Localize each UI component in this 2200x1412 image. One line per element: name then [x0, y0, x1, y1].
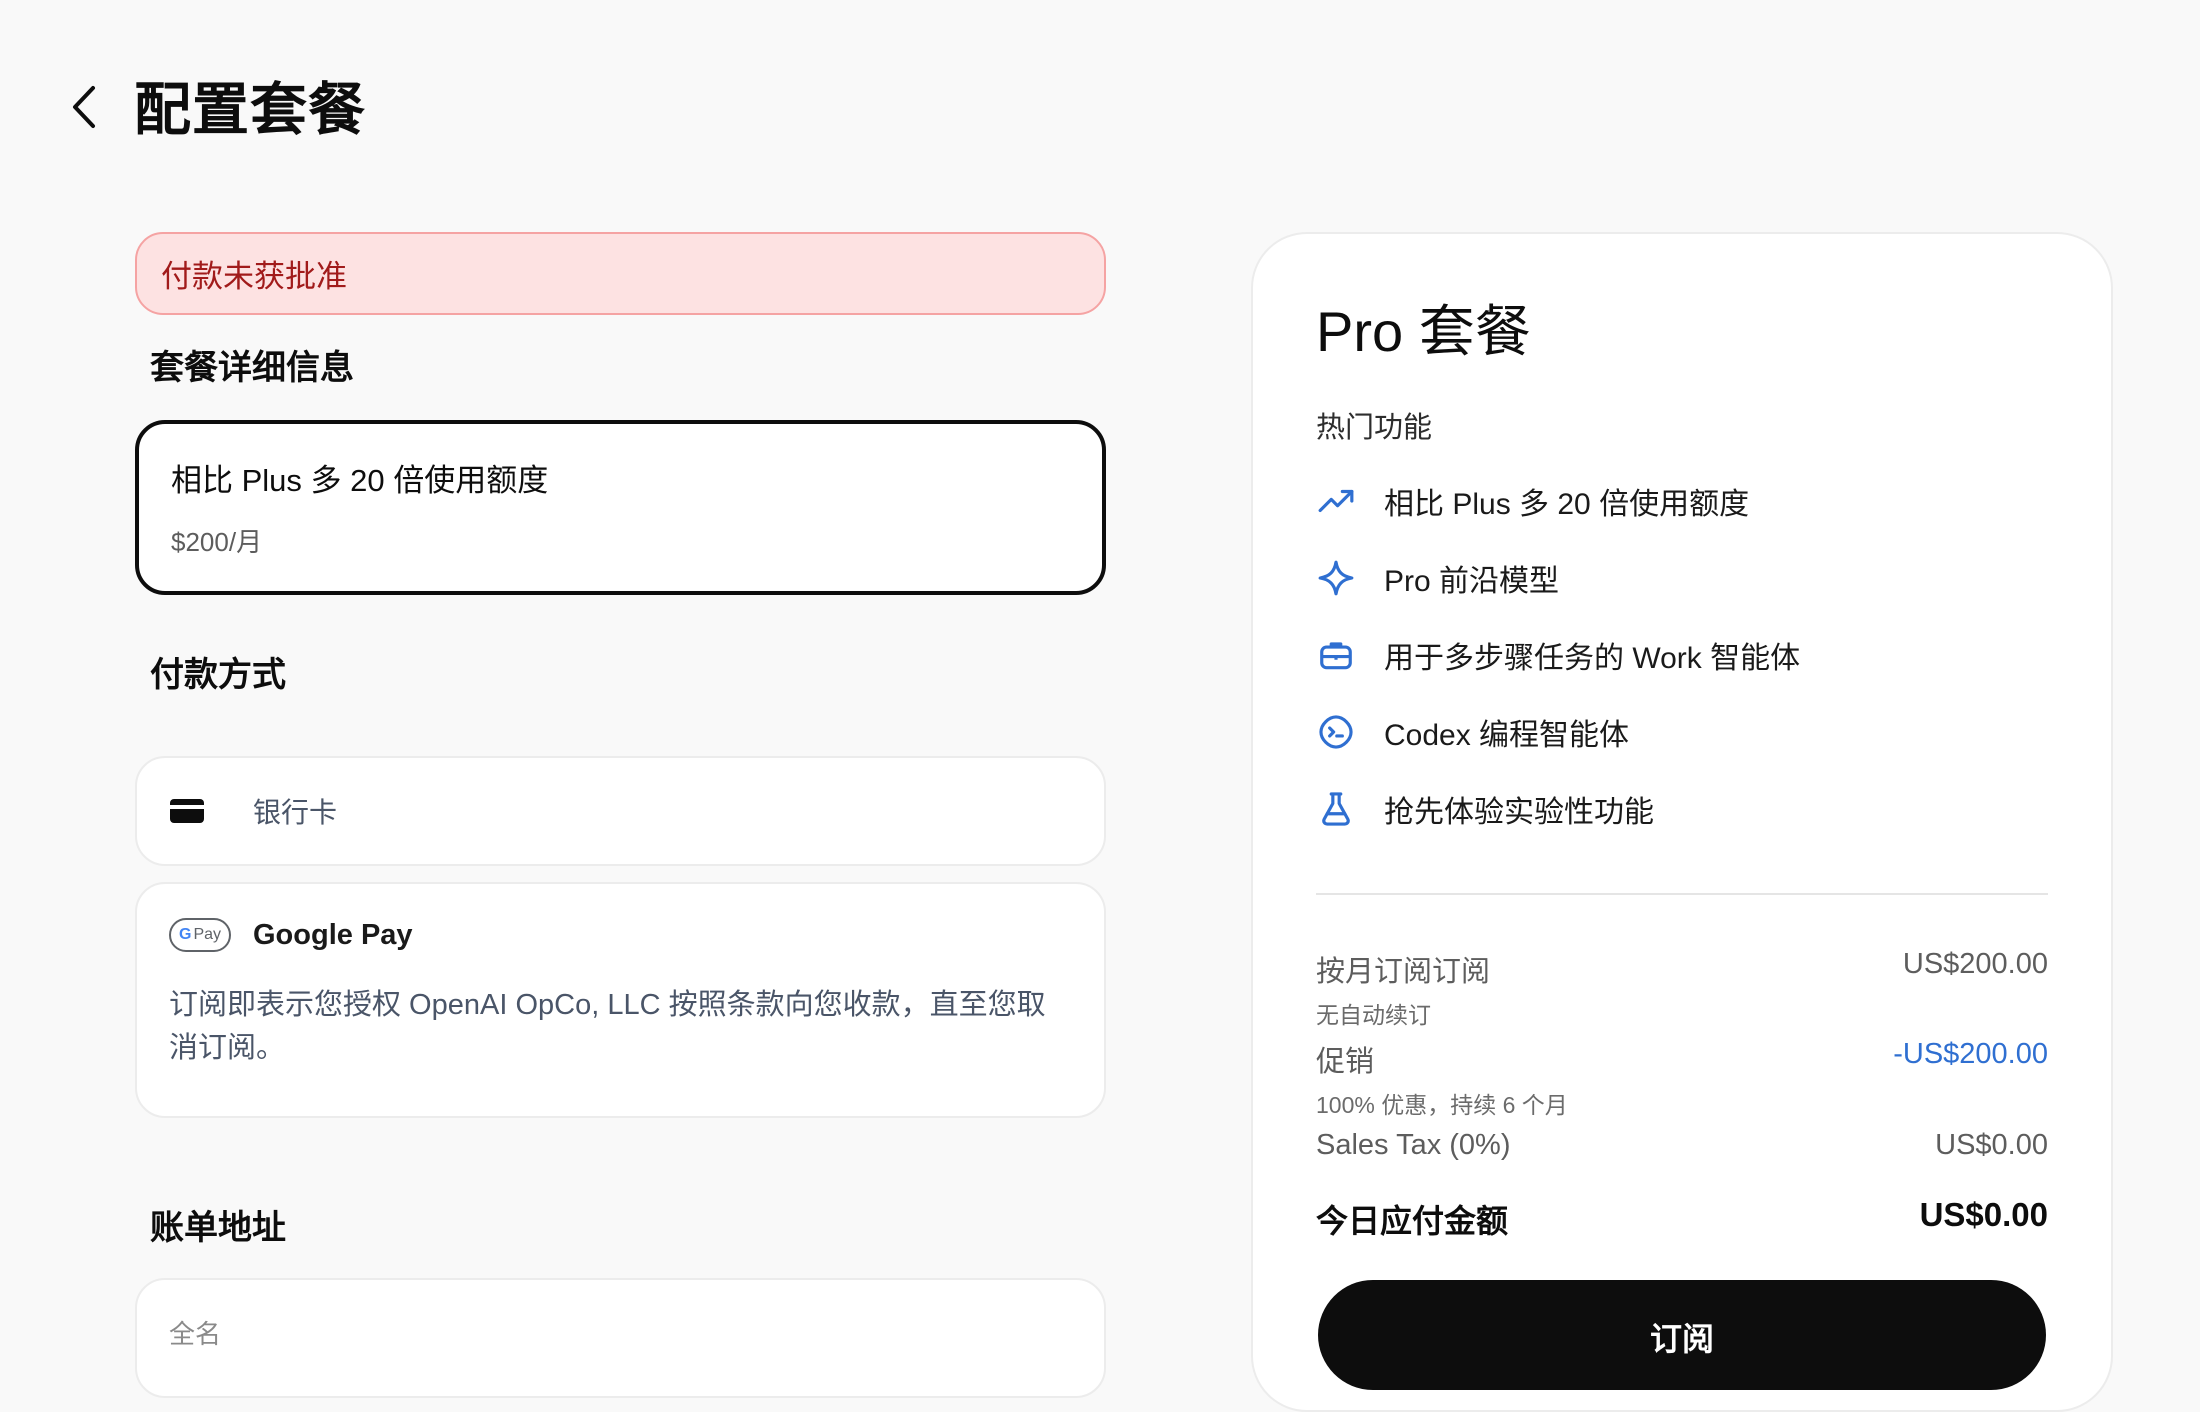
line-item-amount: US$200.00	[1902, 948, 2048, 980]
subscribe-button-label: 订阅	[1649, 1321, 1714, 1357]
flask-icon	[1322, 792, 1350, 826]
line-item-label: 促销	[1316, 1046, 1375, 1078]
line-item-monthly: 按月订阅订阅 无自动续订 US$200.00	[1316, 948, 2048, 1030]
feature-text: 抢先体验实验性功能	[1384, 796, 1654, 829]
plan-details-title: 套餐详细信息	[150, 349, 354, 387]
feature-text: Pro 前沿模型	[1384, 565, 1560, 598]
payment-error-banner: 付款未获批准	[135, 232, 1106, 315]
summary-divider	[1316, 893, 2048, 895]
billing-address-title: 账单地址	[150, 1209, 286, 1247]
line-item-promo: 促销 100% 优惠，持续 6 个月 -US$200.00	[1316, 1038, 2048, 1120]
payment-method-title: 付款方式	[150, 656, 286, 694]
payment-method-label: 银行卡	[253, 797, 338, 828]
feature-item: Pro 前沿模型	[1316, 553, 2076, 603]
sparkle-icon	[1318, 560, 1354, 596]
google-pay-icon: G Pay	[169, 918, 231, 952]
total-due-row: 今日应付金额 US$0.00	[1316, 1196, 2048, 1242]
plan-option-price: $200/月	[171, 527, 263, 557]
plan-option-card[interactable]: 相比 Plus 多 20 倍使用额度 $200/月	[135, 420, 1106, 595]
line-item-label: 按月订阅订阅	[1316, 956, 1491, 988]
codex-icon	[1319, 715, 1353, 749]
line-item-tax: Sales Tax (0%) US$0.00	[1316, 1129, 2048, 1162]
payment-method-card[interactable]: 银行卡	[135, 756, 1106, 866]
subscribe-button[interactable]: 订阅	[1318, 1280, 2046, 1390]
briefcase-icon	[1320, 642, 1352, 670]
feature-item: Codex 编程智能体	[1316, 707, 2076, 757]
line-item-sublabel: 100% 优惠，持续 6 个月	[1316, 1092, 1568, 1118]
authorization-note: 订阅即表示您授权 OpenAI OpCo, LLC 按照条款向您收款，直至您取消…	[169, 989, 1046, 1064]
feature-item: 相比 Plus 多 20 倍使用额度	[1316, 476, 2076, 526]
line-item-amount: -US$200.00	[1893, 1038, 2048, 1070]
line-item-sublabel: 无自动续订	[1316, 1002, 1431, 1028]
plan-summary-title: Pro 套餐	[1316, 300, 1531, 363]
trending-up-icon	[1318, 489, 1354, 513]
credit-card-icon	[170, 799, 204, 823]
full-name-field[interactable]: 全名	[135, 1278, 1106, 1398]
feature-text: 相比 Plus 多 20 倍使用额度	[1384, 488, 1750, 521]
back-button[interactable]	[60, 78, 108, 136]
error-text: 付款未获批准	[161, 259, 347, 294]
total-label: 今日应付金额	[1316, 1203, 1509, 1239]
line-item-label: Sales Tax (0%)	[1316, 1129, 1511, 1161]
line-item-amount: US$0.00	[1935, 1129, 2048, 1161]
features-title: 热门功能	[1316, 412, 1433, 444]
google-pay-option[interactable]: G Pay Google Pay	[169, 918, 1072, 952]
chevron-left-icon	[73, 86, 95, 128]
feature-text: 用于多步骤任务的 Work 智能体	[1384, 642, 1801, 675]
feature-item: 抢先体验实验性功能	[1316, 784, 2076, 834]
total-amount: US$0.00	[1919, 1196, 2048, 1233]
page-title: 配置套餐	[134, 78, 366, 142]
full-name-label: 全名	[169, 1319, 222, 1349]
plan-option-name: 相比 Plus 多 20 倍使用额度	[171, 463, 549, 498]
google-pay-label: Google Pay	[253, 918, 413, 951]
feature-text: Codex 编程智能体	[1384, 719, 1630, 752]
google-pay-card: G Pay Google Pay 订阅即表示您授权 OpenAI OpCo, LL…	[135, 882, 1106, 1118]
feature-item: 用于多步骤任务的 Work 智能体	[1316, 630, 2076, 680]
